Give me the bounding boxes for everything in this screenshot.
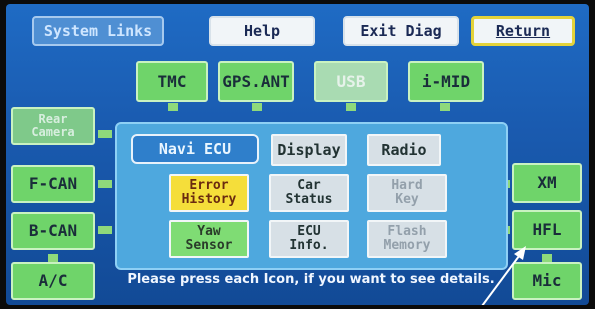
error-history-button[interactable]: Error History [169, 174, 249, 212]
usb-button[interactable]: USB [314, 61, 388, 102]
return-button[interactable]: Return [471, 16, 575, 46]
connector [48, 254, 58, 262]
display-button[interactable]: Display [271, 134, 347, 166]
i-mid-button[interactable]: i-MID [408, 61, 484, 102]
connector [542, 254, 552, 262]
tmc-button[interactable]: TMC [136, 61, 208, 102]
connector [98, 130, 112, 138]
flash-memory-button[interactable]: Flash Memory [367, 220, 447, 258]
car-status-button[interactable]: Car Status [269, 174, 349, 212]
xm-button[interactable]: XM [512, 163, 582, 203]
rear-camera-button[interactable]: Rear Camera [11, 107, 95, 145]
navi-ecu-panel: Navi ECU Display Radio Error History Car… [115, 122, 508, 270]
pointer-arrow-icon [481, 246, 526, 305]
connector [440, 103, 450, 111]
a-c-button[interactable]: A/C [11, 262, 95, 300]
yaw-sensor-button[interactable]: Yaw Sensor [169, 220, 249, 258]
instruction-message: Please press each Icon, if you want to s… [127, 272, 495, 287]
connector [98, 180, 112, 188]
navi-ecu-button[interactable]: Navi ECU [131, 134, 259, 164]
connector [168, 103, 178, 111]
hard-key-button[interactable]: Hard Key [367, 174, 447, 212]
device-bezel: System Links Help Exit Diag Return TMC G… [0, 0, 595, 309]
b-can-button[interactable]: B-CAN [11, 212, 95, 250]
connector [252, 103, 262, 111]
gps-ant-button[interactable]: GPS.ANT [218, 61, 294, 102]
f-can-button[interactable]: F-CAN [11, 165, 95, 203]
help-button[interactable]: Help [209, 16, 315, 46]
connector [346, 103, 356, 111]
diagnostic-screen: System Links Help Exit Diag Return TMC G… [6, 4, 589, 305]
connector [98, 226, 112, 234]
exit-diag-button[interactable]: Exit Diag [343, 16, 459, 46]
system-links-button[interactable]: System Links [32, 16, 164, 46]
ecu-info-button[interactable]: ECU Info. [269, 220, 349, 258]
radio-button[interactable]: Radio [367, 134, 441, 166]
